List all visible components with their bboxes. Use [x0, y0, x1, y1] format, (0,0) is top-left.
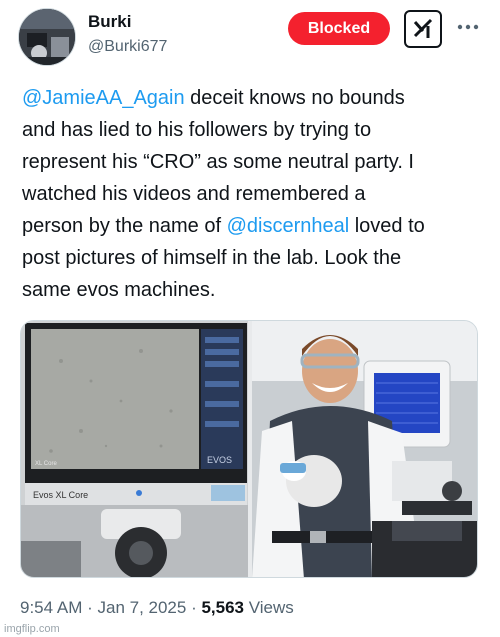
more-button[interactable] — [455, 14, 481, 40]
views-count: 5,563 — [201, 598, 244, 617]
more-icon — [457, 24, 479, 30]
media-grid: EVOS XL Core Evos XL Core — [20, 320, 478, 578]
tweet-meta: 9:54 AM · Jan 7, 2025 · 5,563 Views — [20, 598, 294, 618]
lab-photo — [252, 321, 477, 577]
avatar-image — [19, 9, 75, 65]
tweet-text-segment: deceit knows no bounds — [184, 87, 405, 109]
microscope-photo: EVOS XL Core Evos XL Core — [21, 321, 248, 577]
grok-icon — [413, 18, 433, 38]
tweet-text-segment: person by the name of — [22, 215, 227, 237]
imgflip-watermark: imgflip.com — [4, 623, 60, 635]
meta-separator: · — [82, 598, 98, 617]
tweet-time[interactable]: 9:54 AM — [20, 598, 82, 617]
meta-separator: · — [186, 598, 202, 617]
tweet-text: @JamieAA_Again deceit knows no bounds an… — [22, 82, 484, 306]
avatar[interactable] — [18, 8, 76, 66]
author-name[interactable]: Burki — [88, 12, 131, 32]
tweet-line: post pictures of himself in the lab. Loo… — [22, 247, 402, 269]
mention-link[interactable]: @discernheal — [227, 215, 350, 237]
tweet-date[interactable]: Jan 7, 2025 — [97, 598, 186, 617]
tweet-line: same evos machines. — [22, 279, 216, 301]
tweet-header: Burki @Burki677 Blocked — [0, 0, 500, 80]
views-label: Views — [244, 598, 294, 617]
tweet-line: @JamieAA_Again deceit knows no bounds — [22, 82, 484, 114]
screen-tag-text: XL Core — [35, 461, 57, 467]
mention-link[interactable]: @JamieAA_Again — [22, 87, 185, 109]
tweet-line: and has lied to his followers by trying … — [22, 119, 372, 141]
media-photo-lab[interactable] — [252, 321, 477, 577]
tweet-text-segment: loved to — [349, 215, 425, 237]
tweet-line: person by the name of @discernheal loved… — [22, 210, 484, 242]
device-label-text: Evos XL Core — [33, 490, 88, 500]
media-photo-microscope[interactable]: EVOS XL Core Evos XL Core — [21, 321, 248, 577]
author-handle[interactable]: @Burki677 — [88, 38, 167, 56]
tweet-line: watched his videos and remembered a — [22, 183, 366, 205]
screen-brand-text: EVOS — [207, 455, 232, 465]
blocked-button[interactable]: Blocked — [288, 12, 390, 45]
grok-button[interactable] — [404, 10, 442, 48]
tweet-line: represent his “CRO” as some neutral part… — [22, 151, 414, 173]
